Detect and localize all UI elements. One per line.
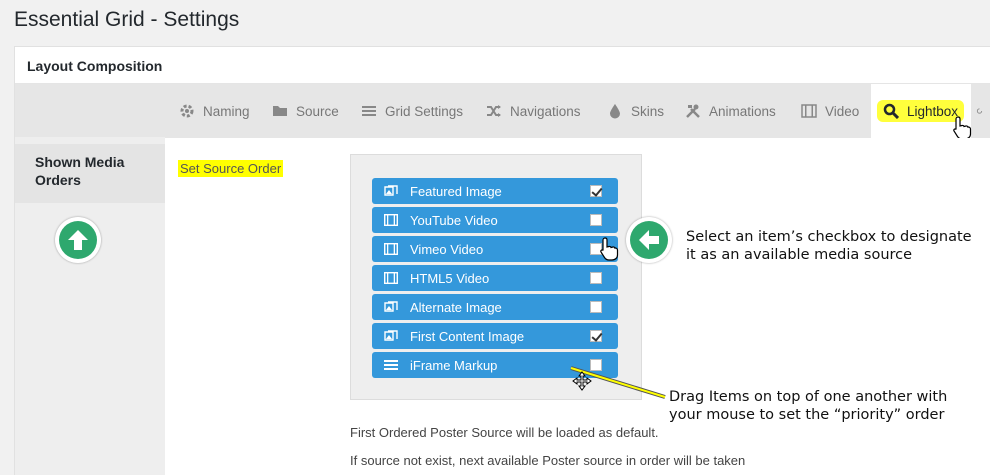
sidebar-item-shown-media-orders[interactable]: Shown Media Orders (15, 144, 165, 203)
gear-icon (180, 104, 194, 118)
tab-animations[interactable]: Animations (685, 84, 776, 138)
page-title: Essential Grid - Settings (14, 8, 240, 31)
tab-label: Lightbox (907, 103, 959, 119)
source-item[interactable]: Featured Image (372, 178, 618, 204)
callout-left-arrow-icon (626, 217, 672, 263)
source-item[interactable]: Alternate Image (372, 294, 618, 320)
source-item-checkbox[interactable] (590, 330, 602, 342)
source-item[interactable]: HTML5 Video (372, 265, 618, 291)
tab-highlight: Lightbox (877, 100, 965, 122)
menu-lines-icon (384, 359, 398, 371)
film-icon (383, 242, 399, 256)
source-item-label: Featured Image (410, 183, 502, 199)
main-content: Set Source Order Featured Image YouTube V… (165, 138, 990, 475)
callout-line: Select an item’s checkbox to designate (686, 229, 972, 245)
tab-video[interactable]: Video (801, 84, 859, 138)
tab-skins[interactable]: Skins (607, 84, 664, 138)
source-item-label: HTML5 Video (410, 270, 490, 286)
search-icon (883, 103, 899, 119)
source-item-checkbox[interactable] (590, 272, 602, 284)
layout-composition-panel: Layout Composition Shown Media Orders Na… (14, 46, 990, 475)
tab-source[interactable]: Source (272, 84, 339, 138)
callout-line: your mouse to set the “priority” order (669, 407, 945, 423)
source-item-label: Alternate Image (410, 299, 502, 315)
menu-lines-icon (362, 106, 376, 116)
drag-callout-text: Drag Items on top of one another with yo… (669, 388, 947, 424)
tab-overflow[interactable] (976, 84, 990, 138)
film-icon (801, 104, 817, 118)
app-window: Essential Grid - Settings Layout Composi… (0, 0, 990, 475)
panel-header-title: Layout Composition (27, 58, 163, 74)
tab-label: Skins (631, 103, 665, 119)
move-cursor-icon (572, 371, 592, 391)
source-item-label: First Content Image (410, 328, 525, 344)
tab-navigations[interactable]: Navigations (486, 84, 581, 138)
source-item-checkbox[interactable] (590, 301, 602, 313)
left-sidebar: Shown Media Orders (15, 84, 165, 475)
film-icon (383, 213, 399, 227)
image-icon (384, 301, 398, 313)
tab-naming[interactable]: Naming (179, 84, 250, 138)
refresh-icon (976, 108, 983, 114)
note-fallback-source: If source not exist, next available Post… (350, 453, 746, 468)
tools-icon (686, 104, 700, 118)
callout-line: it as an available media source (686, 247, 913, 263)
droplet-icon (610, 104, 620, 119)
source-item[interactable]: Vimeo Video (372, 236, 618, 262)
source-item[interactable]: First Content Image (372, 323, 618, 349)
source-item-checkbox[interactable] (590, 185, 602, 197)
tab-label: Animations (709, 103, 776, 119)
hand-cursor-icon (600, 237, 619, 261)
set-source-order-label: Set Source Order (178, 160, 284, 177)
image-icon (384, 185, 398, 197)
tabs-bar: Naming Source Grid Settings Navigations … (165, 84, 990, 219)
tab-grid-settings[interactable]: Grid Settings (361, 84, 463, 138)
shuffle-icon (487, 105, 501, 117)
callout-up-arrow-icon (55, 217, 101, 263)
folder-icon (273, 106, 287, 116)
source-item-label: Vimeo Video (410, 241, 484, 257)
tab-label: Naming (203, 103, 250, 119)
callout-line: Drag Items on top of one another with (669, 389, 948, 405)
source-item-label: YouTube Video (410, 212, 498, 228)
image-icon (384, 330, 398, 342)
tab-label: Grid Settings (385, 103, 464, 119)
sidebar-item-label: Shown Media Orders (35, 154, 125, 188)
note-default-source: First Ordered Poster Source will be load… (350, 425, 659, 440)
film-icon (383, 271, 399, 285)
panel-header: Layout Composition (15, 47, 990, 84)
tab-label: Source (296, 103, 339, 119)
source-item-checkbox[interactable] (590, 214, 602, 226)
source-item-label: iFrame Markup (410, 357, 498, 373)
source-item[interactable]: YouTube Video (372, 207, 618, 233)
tab-label: Video (825, 103, 860, 119)
checkbox-callout-text: Select an item’s checkbox to designate i… (686, 228, 972, 264)
sidebar-blank (15, 84, 165, 137)
tab-label: Navigations (510, 103, 581, 119)
